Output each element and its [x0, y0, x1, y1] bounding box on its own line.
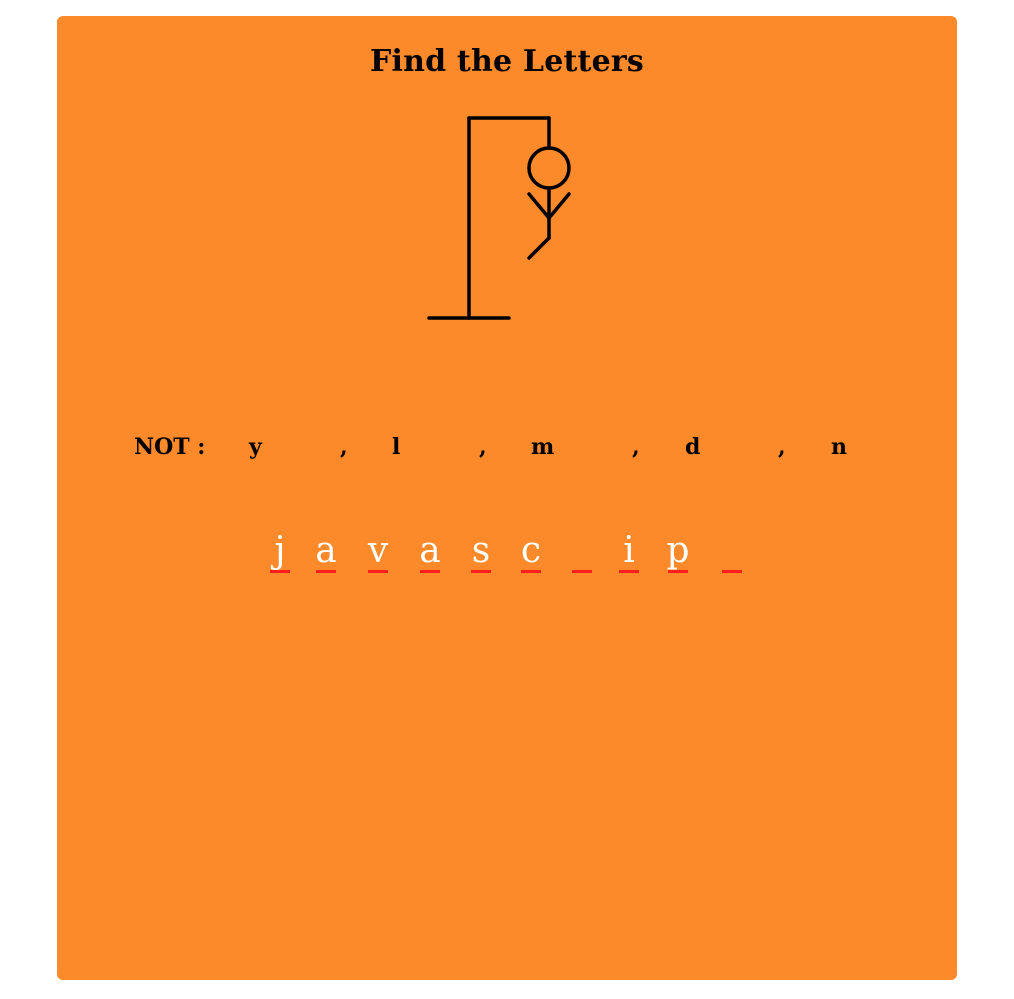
wrong-letters-label: NOT : [134, 434, 206, 460]
letter-slot: s [471, 529, 491, 573]
letter-slot [722, 529, 742, 573]
slot-underline [668, 570, 688, 573]
slot-underline [471, 570, 491, 573]
letter-slot: p [666, 529, 690, 573]
slot-underline [521, 570, 541, 573]
wrong-letter: d [685, 434, 701, 460]
wrong-letter-separator: , [479, 434, 487, 460]
revealed-letter: j [274, 530, 286, 571]
hangman-right-arm [547, 192, 571, 220]
revealed-letter: c [520, 530, 542, 571]
hangman-left-arm [527, 192, 551, 220]
slot-underline [572, 570, 592, 573]
slot-underline [368, 570, 388, 573]
slot-underline [619, 570, 639, 573]
revealed-letter: p [666, 530, 690, 571]
revealed-letter: i [623, 530, 635, 571]
wrong-letter: m [531, 434, 555, 460]
slot-underline [722, 570, 742, 573]
wrong-letter: y [249, 434, 262, 460]
slot-underline [316, 570, 336, 573]
letter-slot: c [521, 529, 541, 573]
hangman-head [527, 146, 571, 190]
revealed-letter: a [419, 530, 441, 571]
letter-slot: j [270, 529, 290, 573]
wrong-letter-separator: , [778, 434, 786, 460]
letter-slot: a [419, 529, 441, 573]
wrong-letter: n [831, 434, 847, 460]
letter-slot: v [368, 529, 388, 573]
revealed-letter: s [471, 530, 491, 571]
game-title: Find the Letters [369, 44, 644, 79]
letter-slot [572, 529, 592, 573]
wrong-letter-separator: , [632, 434, 640, 460]
slot-underline [420, 570, 440, 573]
wrong-letter-separator: , [340, 434, 348, 460]
letter-slot: a [315, 529, 337, 573]
revealed-letter: v [367, 530, 389, 571]
wrong-letter: l [392, 434, 401, 460]
letter-slot: i [619, 529, 639, 573]
slot-underline [270, 570, 290, 573]
hangman-left-leg [527, 236, 551, 260]
game-card: Find the Letters NOT : y , l , m , d , n… [57, 16, 957, 980]
revealed-letter: a [315, 530, 337, 571]
